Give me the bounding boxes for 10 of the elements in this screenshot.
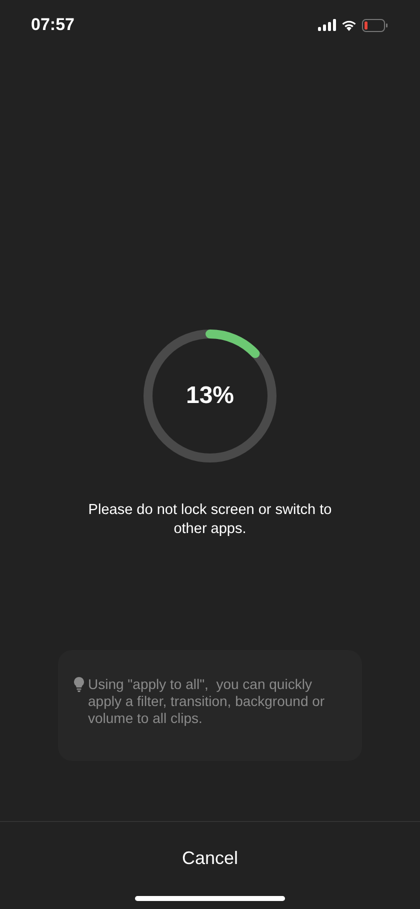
lightbulb-icon (74, 677, 84, 692)
progress-percent: 13% (186, 382, 234, 410)
status-time: 07:57 (31, 15, 74, 35)
tip-text: Using "apply to all", you can quickly apply a filter, transition, background or volume to all clips. (88, 676, 326, 727)
progress-fill (206, 330, 260, 358)
signal-icon (318, 19, 336, 31)
wifi-icon (341, 19, 357, 31)
battery-icon (362, 18, 388, 32)
warning-message: Please do not lock screen or switch to other apps. (87, 501, 333, 539)
cancel-button[interactable]: Cancel (172, 844, 248, 873)
